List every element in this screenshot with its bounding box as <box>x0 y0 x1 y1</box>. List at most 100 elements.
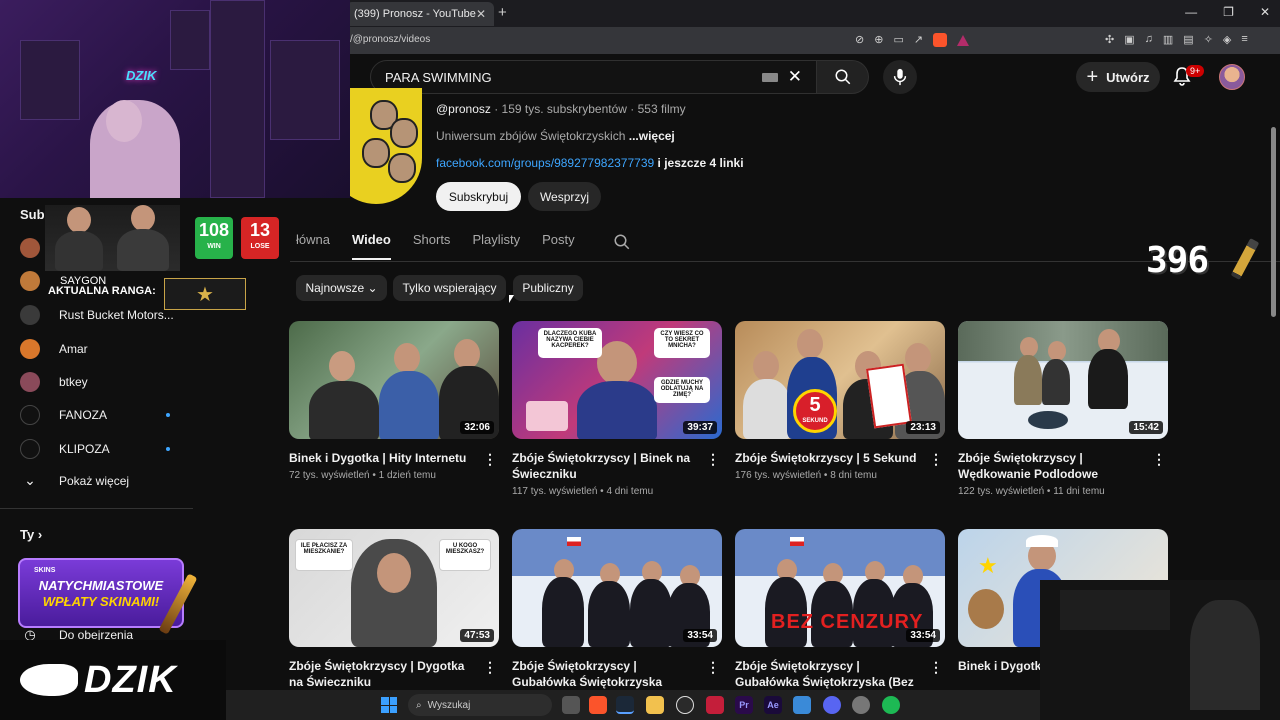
sidebar-item-klipoza[interactable]: KLIPOZA <box>20 439 180 459</box>
premiere-icon[interactable]: Pr <box>735 696 753 714</box>
sidebar-item-rust-bucket[interactable]: Rust Bucket Motors... <box>20 305 180 325</box>
file-explorer-icon[interactable] <box>646 696 664 714</box>
video-title[interactable]: Binek i Dygotka | Hity Internetu <box>289 450 474 466</box>
chip-members-only[interactable]: Tylko wspierający <box>393 275 506 301</box>
video-title[interactable]: Zbóje Świętokrzyscy | 5 Sekund <box>735 450 920 466</box>
more-options-icon[interactable]: ⋮ <box>929 659 943 676</box>
discord-icon[interactable] <box>823 696 841 714</box>
more-options-icon[interactable]: ⋮ <box>706 659 720 676</box>
browser-tab[interactable]: (399) Pronosz - YouTube ✕ <box>346 2 494 26</box>
join-button[interactable]: Wesprzyj <box>528 182 601 211</box>
url-field[interactable]: /@pronosz/videos <box>350 34 430 45</box>
chip-sort[interactable]: Najnowsze ⌄ <box>296 275 387 301</box>
subscription-avatar[interactable] <box>20 271 40 291</box>
sidebar-item-btkey[interactable]: btkey <box>20 372 180 392</box>
wallet-icon[interactable]: ▤ <box>1183 33 1193 46</box>
subscription-avatar[interactable] <box>20 238 40 258</box>
sidebar-item-amar[interactable]: Amar <box>20 339 180 359</box>
steam-icon[interactable] <box>616 696 634 714</box>
share-icon[interactable]: ↗ <box>914 33 923 47</box>
keyboard-icon[interactable] <box>761 72 778 82</box>
create-button[interactable]: + Utwórz <box>1076 62 1160 92</box>
minimize-icon[interactable]: — <box>1185 5 1197 19</box>
player-head <box>131 205 155 231</box>
video-meta: 176 tys. wyświetleń • 8 dni temu <box>735 470 877 481</box>
brave-rewards-icon[interactable] <box>957 35 970 46</box>
tab-playlists[interactable]: Playlisty <box>472 232 520 260</box>
video-card[interactable]: 33:54 Zbóje Świętokrzyscy | Gubałówka Św… <box>512 529 722 690</box>
tab-close-icon[interactable]: ✕ <box>476 7 486 21</box>
search-button[interactable] <box>817 60 869 94</box>
tab-shorts[interactable]: Shorts <box>413 232 451 260</box>
after-effects-icon[interactable]: Ae <box>764 696 782 714</box>
taskbar-search[interactable]: ⌕ Wyszukaj <box>408 694 552 716</box>
more-options-icon[interactable]: ⋮ <box>706 451 720 468</box>
capture-icon[interactable]: ▣ <box>1124 33 1134 46</box>
account-avatar[interactable] <box>1219 64 1245 90</box>
video-card[interactable]: DLACZEGO KUBA NAZYWA CIEBIE KACPEREK? CZ… <box>512 321 722 497</box>
search-box[interactable]: PARA SWIMMING ✕ <box>370 60 817 94</box>
video-title[interactable]: Zbóje Świętokrzyscy | Wędkowanie Podlodo… <box>958 450 1143 482</box>
tab-home[interactable]: łówna <box>296 232 330 260</box>
more-links[interactable]: i jeszcze 4 linki <box>654 156 744 170</box>
video-card[interactable]: ILE PŁACISZ ZA MIESZKANIE? U KOGO MIESZK… <box>289 529 499 690</box>
brave-shield-icon[interactable] <box>933 33 948 47</box>
tab-posts[interactable]: Posty <box>542 232 575 260</box>
sidebar-item-fanoza[interactable]: FANOZA <box>20 405 180 425</box>
clear-search-icon[interactable]: ✕ <box>788 67 802 87</box>
more-link[interactable]: ...więcej <box>629 129 675 143</box>
show-more-button[interactable]: ⌄ Pokaż więcej <box>20 472 180 489</box>
close-window-icon[interactable]: ✕ <box>1260 5 1270 19</box>
voice-search-button[interactable] <box>883 60 917 94</box>
camera-off-icon[interactable]: ⊘ <box>855 33 864 47</box>
app-icon[interactable] <box>706 696 724 714</box>
more-options-icon[interactable]: ⋮ <box>483 659 497 676</box>
video-title[interactable]: Zbóje Świętokrzyscy | Dygotka na Świeczn… <box>289 658 474 690</box>
video-thumbnail[interactable]: ILE PŁACISZ ZA MIESZKANIE? U KOGO MIESZK… <box>289 529 499 647</box>
chip-public[interactable]: Publiczny <box>513 275 583 301</box>
video-thumbnail[interactable]: BEZ CENZURY 33:54 <box>735 529 945 647</box>
video-title[interactable]: Zbóje Świętokrzyscy | Binek na Świecznik… <box>512 450 697 482</box>
subscribe-button[interactable]: Subskrybuj <box>436 182 521 211</box>
more-options-icon[interactable]: ⋮ <box>929 451 943 468</box>
cast-icon[interactable]: ▭ <box>893 33 903 47</box>
player-body <box>117 229 169 271</box>
menu-icon[interactable]: ≡ <box>1241 33 1247 46</box>
music-icon[interactable]: ♫ <box>1145 33 1153 46</box>
page-scrollbar[interactable] <box>1271 127 1276 317</box>
sidebar-icon[interactable]: ▥ <box>1163 33 1173 46</box>
video-thumbnail[interactable]: 32:06 <box>289 321 499 439</box>
zoom-icon[interactable]: ⊕ <box>874 33 883 47</box>
settings-icon[interactable] <box>852 696 870 714</box>
video-card[interactable]: 15:42 Zbóje Świętokrzyscy | Wędkowanie P… <box>958 321 1168 497</box>
channel-description[interactable]: Uniwersum zbójów Świętokrzyskich ...więc… <box>436 129 675 143</box>
photos-icon[interactable] <box>793 696 811 714</box>
more-options-icon[interactable]: ⋮ <box>1152 451 1166 468</box>
video-thumbnail[interactable]: 5 SEKUND 23:13 <box>735 321 945 439</box>
spotify-icon[interactable] <box>882 696 900 714</box>
video-thumbnail[interactable]: 33:54 <box>512 529 722 647</box>
more-options-icon[interactable]: ⋮ <box>483 451 497 468</box>
windows-start-icon[interactable] <box>381 697 397 713</box>
thumb-caption: DLACZEGO KUBA NAZYWA CIEBIE KACPEREK? <box>538 328 602 358</box>
video-card[interactable]: 32:06 Binek i Dygotka | Hity Internetu 7… <box>289 321 499 481</box>
facebook-link[interactable]: facebook.com/groups/989277982377739 <box>436 156 654 170</box>
video-thumbnail[interactable]: DLACZEGO KUBA NAZYWA CIEBIE KACPEREK? CZ… <box>512 321 722 439</box>
search-input[interactable]: PARA SWIMMING <box>385 70 762 85</box>
brave-browser-icon[interactable] <box>589 696 607 714</box>
obs-icon[interactable] <box>676 696 694 714</box>
vpn-icon[interactable]: ◈ <box>1223 33 1231 46</box>
puzzle-icon[interactable]: ✣ <box>1105 33 1114 46</box>
restore-icon[interactable]: ❐ <box>1223 5 1234 19</box>
video-card[interactable]: BEZ CENZURY 33:54 Zbóje Świętokrzyscy | … <box>735 529 945 706</box>
leo-icon[interactable]: ✧ <box>1204 33 1213 46</box>
new-tab-button[interactable]: + <box>498 4 507 21</box>
tab-videos[interactable]: Wideo <box>351 232 391 260</box>
task-view-icon[interactable] <box>562 696 580 714</box>
channel-search-icon[interactable] <box>613 233 631 251</box>
video-title[interactable]: Zbóje Świętokrzyscy | Gubałówka Świętokr… <box>512 658 697 690</box>
video-card[interactable]: 5 SEKUND 23:13 Zbóje Świętokrzyscy | 5 Se… <box>735 321 945 481</box>
you-section-heading[interactable]: Ty › <box>20 527 42 542</box>
thumb-caption: U KOGO MIESZKASZ? <box>439 539 491 571</box>
video-thumbnail[interactable]: 15:42 <box>958 321 1168 439</box>
